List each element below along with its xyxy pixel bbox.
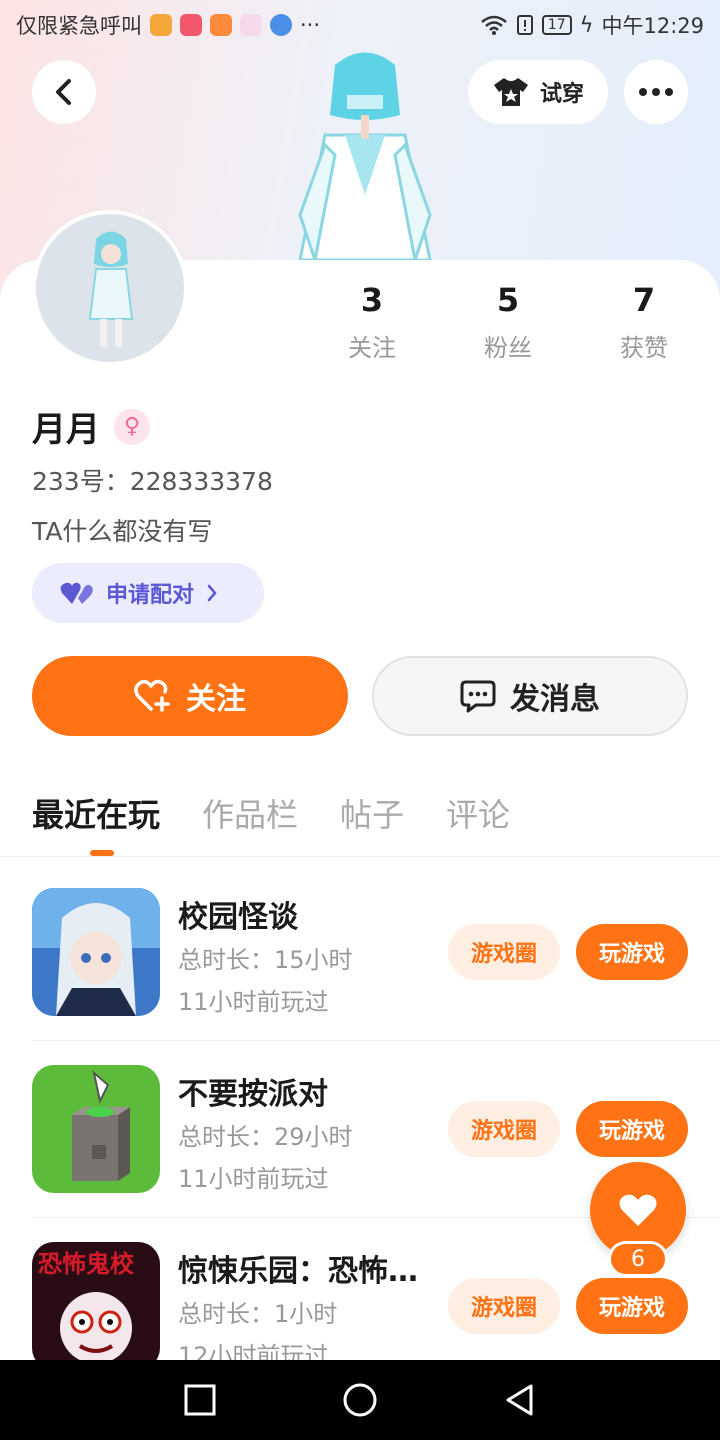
heart-icon (619, 1194, 657, 1226)
stat-followers[interactable]: 5 粉丝 (440, 280, 576, 363)
play-game-button[interactable]: 玩游戏 (576, 924, 688, 980)
female-gender-icon: ♀ (114, 408, 150, 445)
stat-label: 获赞 (620, 334, 668, 362)
recent-apps-button[interactable] (183, 1383, 217, 1417)
app-notification-icon (210, 14, 232, 36)
user-id: 233号：228333378 (32, 467, 273, 496)
chat-bubble-icon (460, 680, 496, 713)
game-icon-dont-press-party[interactable] (32, 1065, 160, 1193)
try-on-button[interactable]: 试穿 (468, 60, 608, 124)
game-cover-image (32, 888, 160, 1016)
stat-label: 粉丝 (484, 334, 532, 362)
avatar-character-image (88, 231, 134, 347)
more-dots-icon (665, 88, 673, 96)
game-cover-image: 恐怖鬼校 (32, 1242, 160, 1370)
play-game-button[interactable]: 玩游戏 (576, 1278, 688, 1334)
stat-number: 7 (632, 281, 656, 319)
send-message-button[interactable]: 发消息 (372, 656, 688, 736)
row-divider (32, 1040, 720, 1041)
game-cover-logo-text: 恐怖鬼校 (38, 1250, 135, 1278)
pair-label: 申请配对 (106, 583, 195, 608)
status-bar: 仅限紧急呼叫 ··· 17 ϟ 中午12:29 (0, 0, 720, 50)
more-options-button[interactable] (624, 60, 688, 124)
stat-number: 3 (360, 281, 384, 319)
game-title: 不要按派对 (178, 1077, 328, 1112)
game-duration: 总时长：1小时 (178, 1300, 338, 1328)
heart-plus-icon (134, 679, 170, 712)
request-pair-button[interactable]: 申请配对 (32, 563, 264, 623)
tabs-divider (0, 856, 720, 857)
game-title: 惊悚乐园：恐怖… (178, 1254, 418, 1289)
home-button[interactable] (342, 1382, 378, 1418)
game-circle-button[interactable]: 游戏圈 (448, 924, 560, 980)
game-last-played: 11小时前玩过 (178, 1165, 329, 1193)
stats-row: 3 关注 5 粉丝 7 获赞 (304, 280, 712, 363)
name-row: 月月 ♀ (32, 402, 150, 451)
app-notification-icon (150, 14, 172, 36)
more-notifications-icon: ··· (300, 13, 321, 37)
game-cover-image (32, 1065, 160, 1193)
carrier-text: 仅限紧急呼叫 (16, 14, 142, 38)
stat-following[interactable]: 3 关注 (304, 280, 440, 363)
stat-number: 5 (496, 281, 520, 319)
more-dots-icon (652, 88, 660, 96)
tab-works[interactable]: 作品栏 (202, 790, 298, 836)
profile-name: 月月 (32, 410, 100, 450)
game-title: 校园怪谈 (178, 900, 298, 935)
play-game-button[interactable]: 玩游戏 (576, 1101, 688, 1157)
stat-likes[interactable]: 7 获赞 (576, 280, 712, 363)
charging-icon: ϟ (579, 13, 594, 37)
tab-posts[interactable]: 帖子 (340, 790, 404, 836)
game-duration: 总时长：29小时 (178, 1123, 353, 1151)
message-label: 发消息 (510, 682, 600, 717)
sim-alert-icon (516, 15, 533, 35)
game-list-item[interactable]: 校园怪谈 总时长：15小时 11小时前玩过 游戏圈 玩游戏 (32, 888, 720, 1065)
banner-character-figure (298, 52, 432, 266)
back-nav-button[interactable] (503, 1382, 537, 1418)
app-notification-icon (180, 14, 202, 36)
double-heart-icon (60, 582, 93, 604)
app-notification-icon (240, 14, 262, 36)
chevron-right-icon (207, 584, 217, 602)
stat-label: 关注 (348, 334, 396, 362)
game-last-played: 11小时前玩过 (178, 988, 329, 1016)
try-on-label: 试穿 (539, 82, 584, 107)
tab-comments[interactable]: 评论 (446, 790, 510, 836)
game-circle-button[interactable]: 游戏圈 (448, 1278, 560, 1334)
game-icon-school-ghost[interactable] (32, 888, 160, 1016)
like-count-badge: 6 (608, 1241, 668, 1277)
game-duration: 总时长：15小时 (178, 946, 353, 974)
system-navigation-bar (0, 1360, 720, 1440)
tab-recent-played[interactable]: 最近在玩 (32, 790, 160, 836)
avatar[interactable] (32, 210, 188, 366)
follow-button[interactable]: 关注 (32, 656, 348, 736)
profile-tabs: 最近在玩 作品栏 帖子 评论 (32, 790, 510, 836)
wifi-icon (480, 15, 507, 35)
chevron-left-icon (56, 79, 71, 105)
back-button[interactable] (32, 60, 96, 124)
tshirt-icon (493, 78, 528, 106)
follow-label: 关注 (186, 682, 246, 717)
user-bio: TA什么都没有写 (32, 517, 213, 546)
battery-icon: 17 (541, 15, 572, 35)
status-time: 中午12:29 (601, 14, 704, 38)
app-notification-icon (270, 14, 292, 36)
more-dots-icon (639, 88, 647, 96)
game-icon-horror-park[interactable]: 恐怖鬼校 (32, 1242, 160, 1370)
game-circle-button[interactable]: 游戏圈 (448, 1101, 560, 1157)
